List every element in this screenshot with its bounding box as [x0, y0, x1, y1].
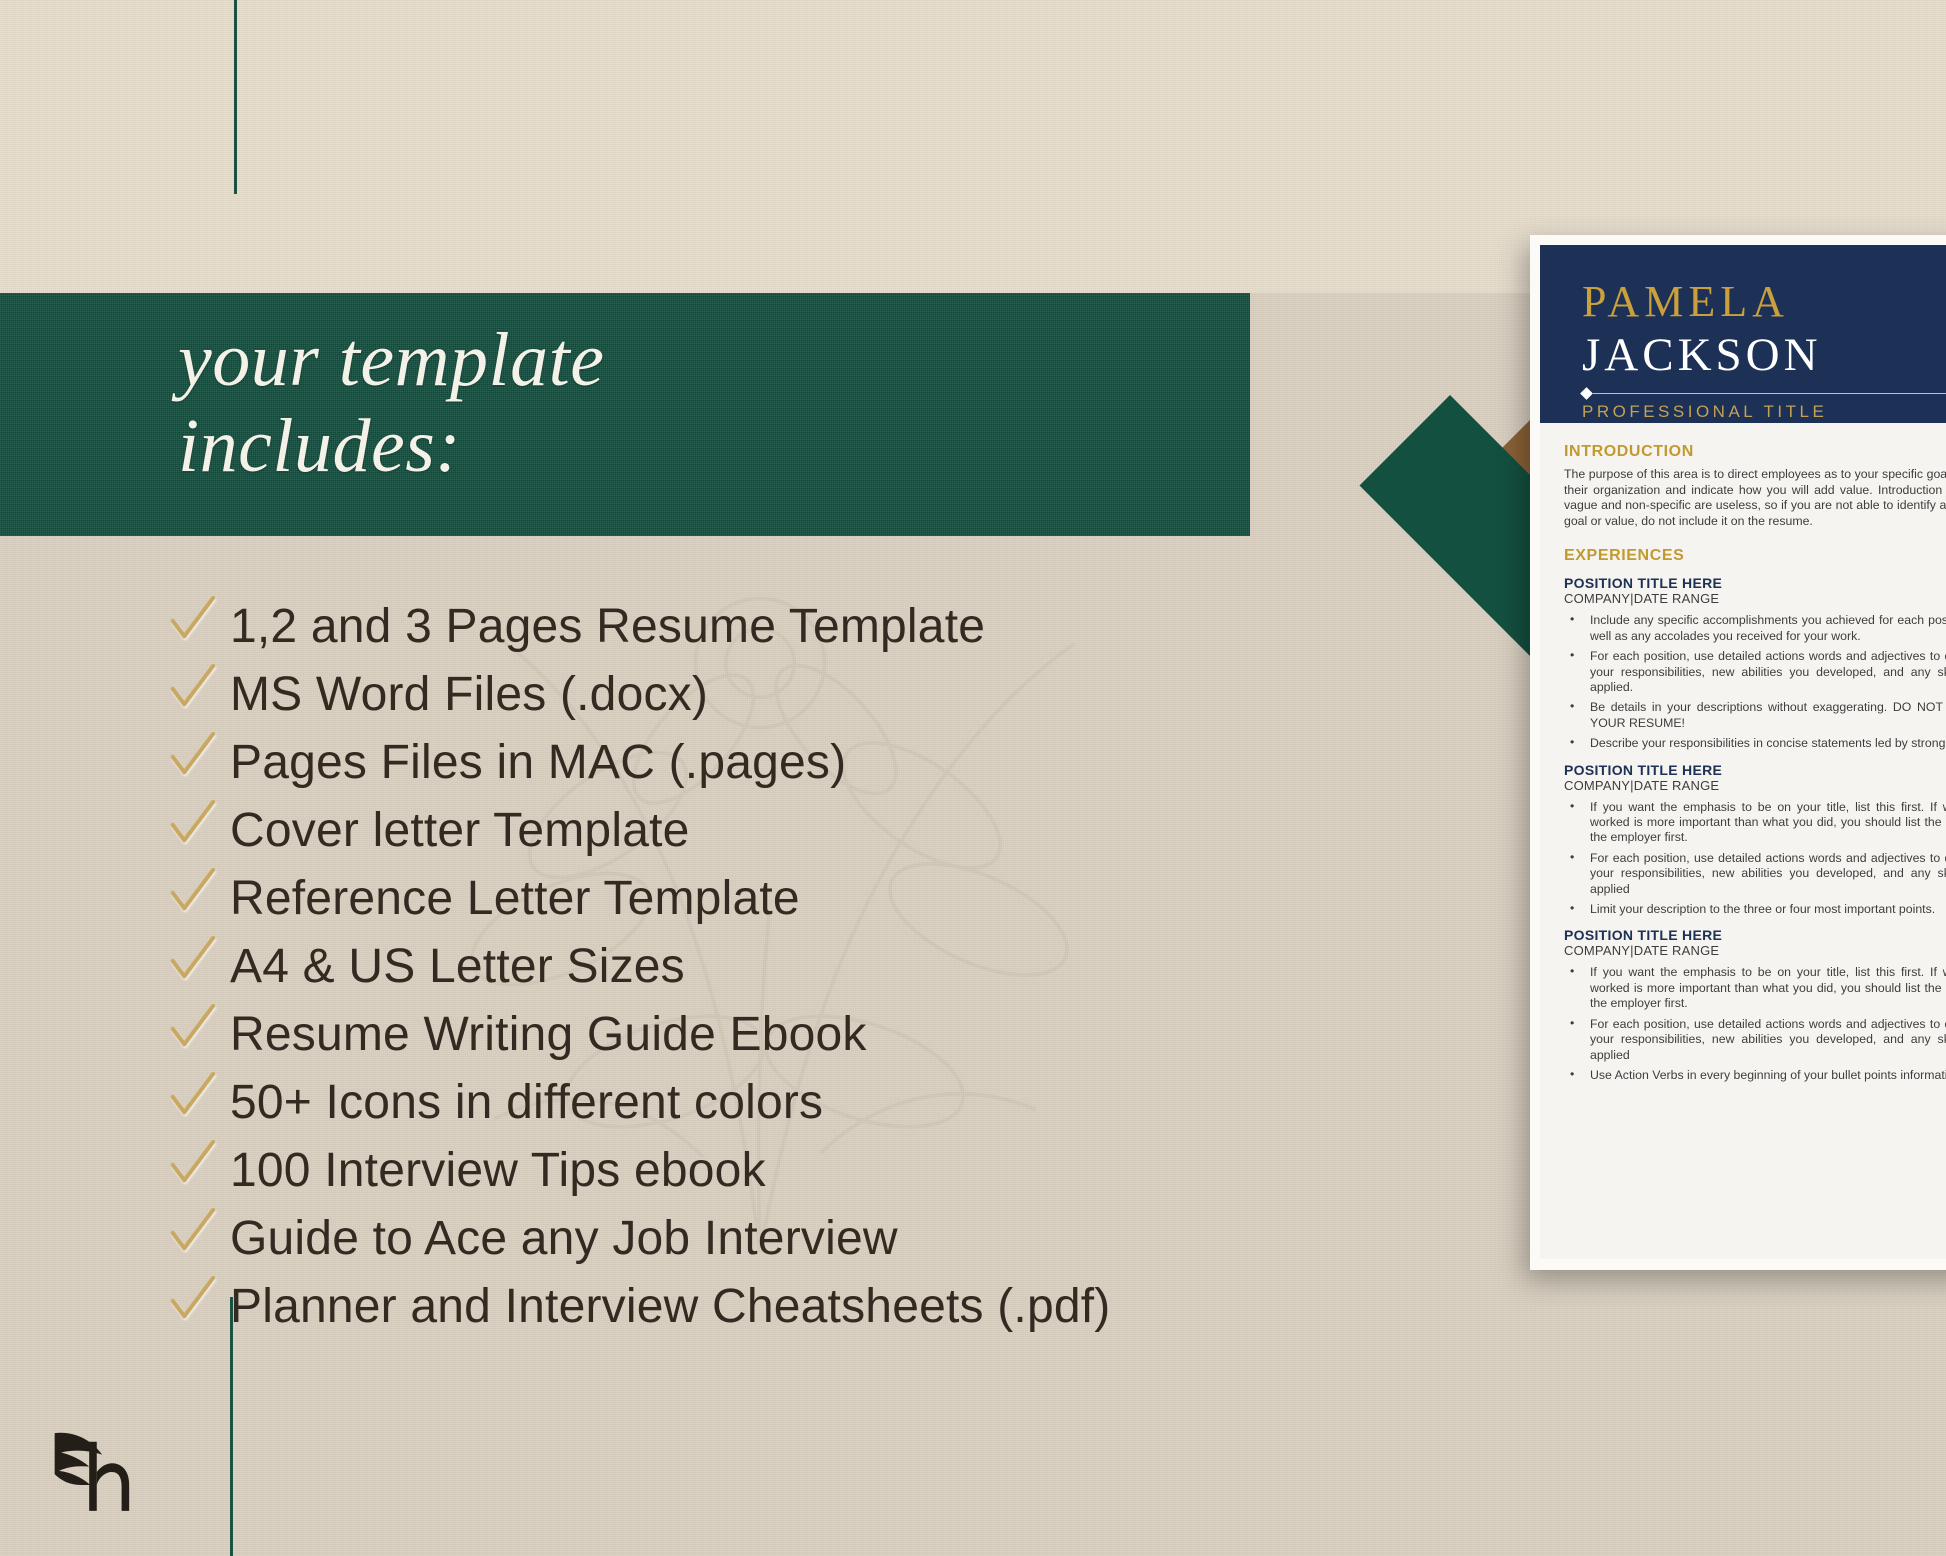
experience-entry: POSITION TITLE HERECOMPANY|DATE RANGE If … — [1564, 927, 1946, 1083]
diamond-icon — [1580, 387, 1593, 400]
experience-company-date: COMPANY|DATE RANGE — [1564, 943, 1720, 959]
checklist-item-label: 1,2 and 3 Pages Resume Template — [230, 600, 986, 653]
check-icon — [168, 726, 222, 778]
checklist-item-label: Planner and Interview Cheatsheets (.pdf) — [230, 1280, 1111, 1333]
experience-bullet: Use Action Verbs in every beginning of y… — [1564, 1067, 1946, 1083]
checklist-item-label: Guide to Ace any Job Interview — [230, 1212, 898, 1265]
checklist-item: Cover letter Template — [168, 794, 1188, 857]
headline: your template includes: — [178, 318, 1078, 490]
product-listing-graphic: your template includes: 1,2 and 3 Pages … — [0, 0, 1946, 1556]
check-icon — [168, 998, 222, 1050]
experience-position-title: POSITION TITLE HERE — [1564, 575, 1723, 592]
checklist-item: Pages Files in MAC (.pages) — [168, 726, 1188, 789]
checklist-item: Planner and Interview Cheatsheets (.pdf) — [168, 1270, 1188, 1333]
resume-first-name: PAMELA — [1582, 277, 1789, 326]
checklist-item: 100 Interview Tips ebook — [168, 1134, 1188, 1197]
checklist-item: Resume Writing Guide Ebook — [168, 998, 1188, 1061]
checklist-item-label: 50+ Icons in different colors — [230, 1076, 824, 1129]
checklist-item: A4 & US Letter Sizes — [168, 930, 1188, 993]
experience-bullet: For each position, use detailed actions … — [1564, 850, 1946, 897]
experience-company-date: COMPANY|DATE RANGE — [1564, 777, 1720, 793]
checklist-item-label: Cover letter Template — [230, 804, 690, 857]
checklist-item-label: A4 & US Letter Sizes — [230, 940, 685, 993]
experience-position-title: POSITION TITLE HERE — [1564, 761, 1723, 778]
resume-document-primary[interactable]: PAMELA JACKSON PROFESSIONAL TITLE INTROD… — [1530, 235, 1946, 1270]
experience-bullet-list: Include any specific accomplishments you… — [1564, 612, 1946, 751]
check-icon — [168, 930, 222, 982]
introduction-paragraph: The purpose of this area is to direct em… — [1564, 467, 1946, 528]
checklist-item-label: Resume Writing Guide Ebook — [230, 1008, 867, 1061]
brand-logo — [44, 1418, 156, 1526]
check-icon — [168, 1270, 222, 1322]
experience-bullet-list: If you want the emphasis to be on your t… — [1564, 964, 1946, 1083]
experience-entry: POSITION TITLE HERECOMPANY|DATE RANGE If … — [1564, 762, 1946, 918]
check-icon — [168, 794, 222, 846]
experience-bullet: Include any specific accomplishments you… — [1564, 612, 1946, 644]
checklist-item: 1,2 and 3 Pages Resume Template — [168, 590, 1188, 653]
checklist-item: 50+ Icons in different colors — [168, 1066, 1188, 1129]
experiences-list-primary: POSITION TITLE HERECOMPANY|DATE RANGEInc… — [1564, 575, 1946, 1083]
resume-professional-title: PROFESSIONAL TITLE — [1582, 402, 1828, 421]
checklist-item: Guide to Ace any Job Interview — [168, 1202, 1188, 1265]
resume-body-primary: INTRODUCTION The purpose of this area is… — [1540, 423, 1946, 1259]
check-icon — [168, 1134, 222, 1186]
checklist-item-label: MS Word Files (.docx) — [230, 668, 709, 721]
resume-header-primary: PAMELA JACKSON PROFESSIONAL TITLE — [1540, 245, 1946, 423]
experience-bullet-list: If you want the emphasis to be on your t… — [1564, 799, 1946, 918]
experience-bullet: Be details in your descriptions without … — [1564, 699, 1946, 731]
section-heading-introduction: INTRODUCTION — [1564, 443, 1694, 460]
checklist-item: MS Word Files (.docx) — [168, 658, 1188, 721]
checklist-item-label: Reference Letter Template — [230, 872, 800, 925]
resume-last-name: JACKSON — [1582, 329, 1822, 381]
resume-main-column-primary: INTRODUCTION The purpose of this area is… — [1540, 423, 1946, 1259]
checklist-item-label: 100 Interview Tips ebook — [230, 1144, 766, 1197]
title-divider — [1580, 387, 1946, 400]
headline-line-1: your template — [178, 318, 605, 402]
decorative-vertical-rule-top — [234, 0, 237, 194]
headline-line-2: includes: — [178, 403, 462, 488]
check-icon — [168, 590, 222, 642]
experience-bullet: For each position, use detailed actions … — [1564, 1016, 1946, 1063]
experience-entry: POSITION TITLE HERECOMPANY|DATE RANGE Inc… — [1564, 575, 1946, 751]
section-heading-experiences: EXPERIENCES — [1564, 547, 1685, 565]
feature-checklist: 1,2 and 3 Pages Resume Template MS Word F… — [168, 590, 1188, 1338]
checklist-item-label: Pages Files in MAC (.pages) — [230, 736, 847, 789]
experience-bullet: Describe your responsibilities in concis… — [1564, 735, 1946, 751]
check-icon — [168, 862, 222, 914]
experience-bullet: For each position, use detailed actions … — [1564, 648, 1946, 695]
experience-bullet: If you want the emphasis to be on your t… — [1564, 799, 1946, 846]
experience-bullet: Limit your description to the three or f… — [1564, 901, 1946, 917]
checklist-item: Reference Letter Template — [168, 862, 1188, 925]
check-icon — [168, 1066, 222, 1118]
check-icon — [168, 658, 222, 710]
experience-position-title: POSITION TITLE HERE — [1564, 927, 1723, 944]
experience-bullet: If you want the emphasis to be on your t… — [1564, 964, 1946, 1011]
experience-company-date: COMPANY|DATE RANGE — [1564, 591, 1720, 607]
check-icon — [168, 1202, 222, 1254]
divider-line — [1593, 393, 1946, 394]
